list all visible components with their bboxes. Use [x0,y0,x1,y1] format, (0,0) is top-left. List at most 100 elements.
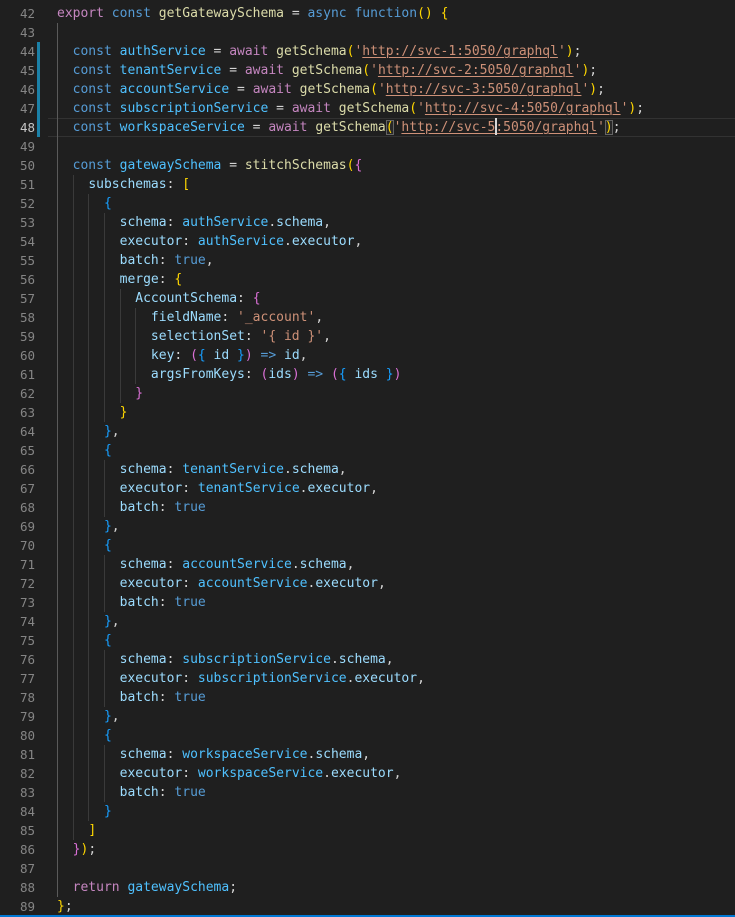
code-line[interactable]: 48 const workspaceService = await getSch… [0,118,735,137]
code-line[interactable]: 52 { [0,194,735,213]
line-number[interactable]: 48 [0,118,35,137]
code-line[interactable]: 46 const accountService = await getSchem… [0,80,735,99]
line-number[interactable]: 63 [0,403,35,422]
line-number[interactable]: 69 [0,517,35,536]
line-number[interactable]: 83 [0,783,35,802]
code-line[interactable]: 49 [0,137,735,156]
line-number[interactable]: 78 [0,688,35,707]
code-line[interactable]: 47 const subscriptionService = await get… [0,99,735,118]
line-number[interactable]: 82 [0,764,35,783]
line-number[interactable]: 51 [0,175,35,194]
code-line[interactable]: 51 subschemas: [ [0,175,735,194]
line-number[interactable]: 80 [0,726,35,745]
line-number[interactable]: 67 [0,479,35,498]
code-line[interactable]: 53 schema: authService.schema, [0,213,735,232]
code-line[interactable]: 62 } [0,384,735,403]
code-text: } [57,802,112,821]
line-number[interactable]: 89 [0,897,35,916]
line-number[interactable]: 46 [0,80,35,99]
code-line[interactable]: 71 schema: accountService.schema, [0,555,735,574]
code-line[interactable]: 57 AccountSchema: { [0,289,735,308]
line-number[interactable]: 49 [0,137,35,156]
line-number[interactable]: 68 [0,498,35,517]
code-line[interactable]: 69 }, [0,517,735,536]
code-line[interactable]: 54 executor: authService.executor, [0,232,735,251]
line-number[interactable]: 50 [0,156,35,175]
line-number[interactable]: 81 [0,745,35,764]
line-number[interactable]: 57 [0,289,35,308]
code-line[interactable]: 59 selectionSet: '{ id }', [0,327,735,346]
line-number[interactable]: 60 [0,346,35,365]
code-line[interactable]: 80 { [0,726,735,745]
line-number[interactable]: 65 [0,441,35,460]
line-number[interactable]: 64 [0,422,35,441]
line-number[interactable]: 53 [0,213,35,232]
line-number[interactable]: 61 [0,365,35,384]
code-line[interactable]: 55 batch: true, [0,251,735,270]
code-line[interactable]: 50 const gatewaySchema = stitchSchemas({ [0,156,735,175]
line-number[interactable]: 44 [0,42,35,61]
code-line[interactable]: 88 return gatewaySchema; [0,878,735,897]
code-line[interactable]: 83 batch: true [0,783,735,802]
line-number[interactable]: 43 [0,23,35,42]
line-number[interactable]: 58 [0,308,35,327]
code-line[interactable]: 76 schema: subscriptionService.schema, [0,650,735,669]
line-number[interactable]: 62 [0,384,35,403]
line-number[interactable]: 73 [0,593,35,612]
line-number[interactable]: 66 [0,460,35,479]
code-line[interactable]: 61 argsFromKeys: (ids) => ({ ids }) [0,365,735,384]
code-line[interactable]: 56 merge: { [0,270,735,289]
line-number[interactable]: 42 [0,4,35,23]
code-line[interactable]: 58 fieldName: '_account', [0,308,735,327]
line-number[interactable]: 76 [0,650,35,669]
code-line[interactable]: 86 }); [0,840,735,859]
code-line[interactable]: 44 const authService = await getSchema('… [0,42,735,61]
line-number[interactable]: 85 [0,821,35,840]
code-line[interactable]: 84 } [0,802,735,821]
line-number[interactable]: 79 [0,707,35,726]
line-number[interactable]: 52 [0,194,35,213]
line-number[interactable]: 75 [0,631,35,650]
code-editor[interactable]: 42export const getGatewaySchema = async … [0,4,735,916]
code-line[interactable]: 63 } [0,403,735,422]
line-number[interactable]: 55 [0,251,35,270]
code-line[interactable]: 45 const tenantService = await getSchema… [0,61,735,80]
line-number[interactable]: 56 [0,270,35,289]
code-line[interactable]: 70 { [0,536,735,555]
line-number[interactable]: 77 [0,669,35,688]
line-number[interactable]: 45 [0,61,35,80]
line-number[interactable]: 54 [0,232,35,251]
code-line[interactable]: 43 [0,23,735,42]
code-line[interactable]: 81 schema: workspaceService.schema, [0,745,735,764]
line-number[interactable]: 59 [0,327,35,346]
code-text: { [57,726,112,745]
code-line[interactable]: 85 ] [0,821,735,840]
code-line[interactable]: 89}; [0,897,735,916]
line-number[interactable]: 87 [0,859,35,878]
code-line[interactable]: 78 batch: true [0,688,735,707]
code-line[interactable]: 64 }, [0,422,735,441]
code-line[interactable]: 65 { [0,441,735,460]
code-text: }, [57,612,120,631]
code-line[interactable]: 77 executor: subscriptionService.executo… [0,669,735,688]
code-line[interactable]: 74 }, [0,612,735,631]
code-line[interactable]: 68 batch: true [0,498,735,517]
code-line[interactable]: 82 executor: workspaceService.executor, [0,764,735,783]
line-number[interactable]: 70 [0,536,35,555]
line-number[interactable]: 71 [0,555,35,574]
line-number[interactable]: 88 [0,878,35,897]
code-line[interactable]: 42export const getGatewaySchema = async … [0,4,735,23]
code-line[interactable]: 73 batch: true [0,593,735,612]
line-number[interactable]: 72 [0,574,35,593]
line-number[interactable]: 47 [0,99,35,118]
code-line[interactable]: 67 executor: tenantService.executor, [0,479,735,498]
code-line[interactable]: 87 [0,859,735,878]
code-line[interactable]: 66 schema: tenantService.schema, [0,460,735,479]
line-number[interactable]: 84 [0,802,35,821]
code-line[interactable]: 79 }, [0,707,735,726]
code-line[interactable]: 72 executor: accountService.executor, [0,574,735,593]
line-number[interactable]: 86 [0,840,35,859]
code-line[interactable]: 75 { [0,631,735,650]
line-number[interactable]: 74 [0,612,35,631]
code-line[interactable]: 60 key: ({ id }) => id, [0,346,735,365]
